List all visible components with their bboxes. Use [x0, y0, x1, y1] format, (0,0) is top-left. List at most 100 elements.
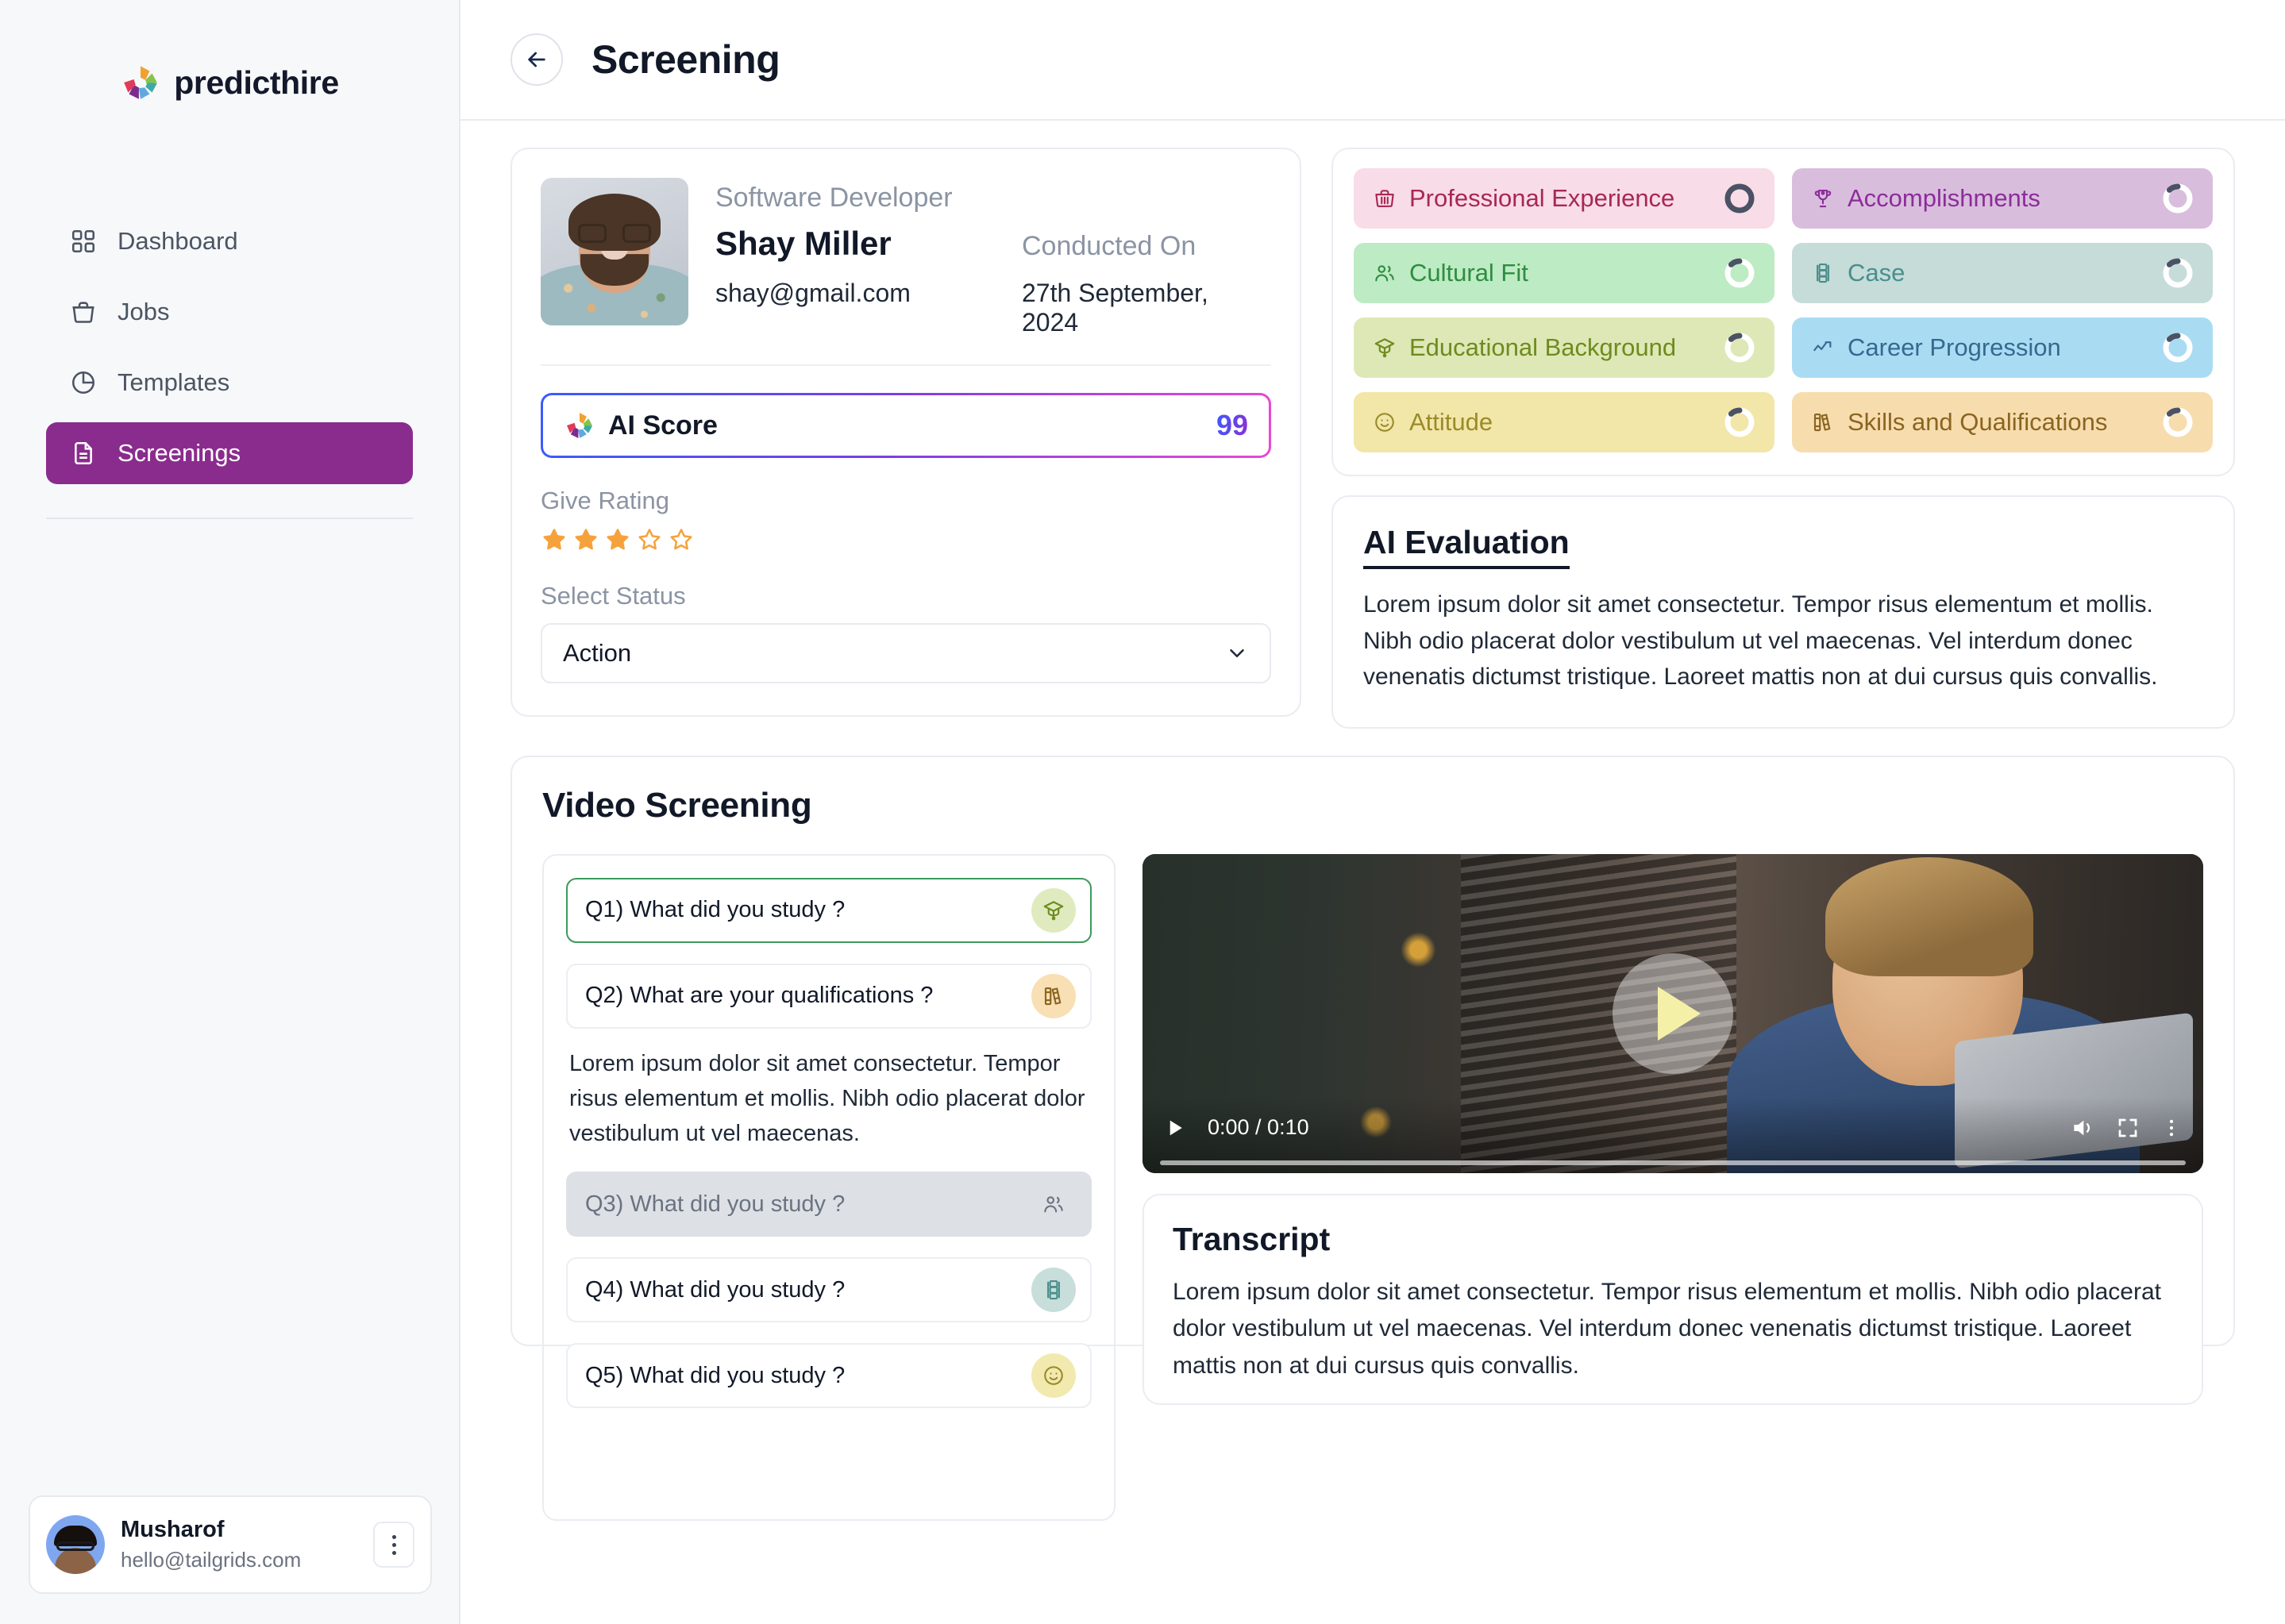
conducted-on-value: 27th September, 2024 — [1022, 279, 1208, 337]
question-item[interactable]: Q1) What did you study ? — [566, 877, 1092, 943]
users-icon — [1375, 265, 1394, 282]
video-progress-bar[interactable] — [1160, 1160, 2186, 1165]
ai-score-value: 99 — [1216, 409, 1248, 441]
candidate-header: Software Developer Shay Miller Conducted… — [541, 178, 1271, 337]
stack-icon — [1047, 1280, 1060, 1300]
category-chip-label: Attitude — [1409, 408, 1493, 436]
category-chip[interactable]: Professional Experience — [1354, 168, 1774, 229]
question-answer: Lorem ipsum dolor sit amet consectetur. … — [569, 1050, 1085, 1146]
progress-ring-icon — [1724, 333, 1755, 363]
question-category-icon — [1031, 1353, 1076, 1399]
question-text: Q4) What did you study ? — [585, 1276, 846, 1303]
back-button[interactable] — [511, 33, 563, 86]
question-item[interactable]: Q3) What did you study ? — [566, 1172, 1092, 1237]
arrow-left-icon — [528, 52, 545, 67]
candidate-card: Software Developer Shay Miller Conducted… — [511, 148, 1301, 717]
video-time: 0:00 / 0:10 — [1208, 1115, 1309, 1140]
candidate-job-title: Software Developer — [715, 183, 953, 213]
app-root: predicthire Dashboard Jobs Templates Scr… — [0, 0, 2285, 1624]
rating-star[interactable] — [604, 526, 631, 553]
predicthire-logo-icon — [567, 413, 592, 438]
sidebar-item-label: Jobs — [118, 298, 170, 325]
user-options-button[interactable] — [373, 1522, 414, 1568]
candidate-email-row: shay@gmail.com 27th September, 2024 — [715, 279, 1271, 337]
progress-ring-icon — [2163, 258, 2193, 288]
transcript-title: Transcript — [1173, 1220, 1331, 1257]
rating-star[interactable] — [572, 526, 599, 553]
ai-score-row: AI Score 99 — [541, 393, 1271, 458]
sidebar-item-templates[interactable]: Templates — [46, 352, 413, 414]
main-content: Screening Software Developer Shay Miller… — [460, 0, 2285, 1624]
pie-chart-icon — [71, 371, 95, 394]
progress-ring-icon — [1724, 258, 1755, 288]
video-player[interactable]: 0:00 / 0:10 — [1142, 853, 2203, 1173]
status-select[interactable]: Action — [541, 623, 1271, 683]
conducted-on-label: Conducted On — [1022, 231, 1196, 261]
vertical-dots-icon — [391, 1534, 396, 1539]
document-icon — [75, 441, 92, 465]
sidebar-user-card[interactable]: Musharof hello@tailgrids.com — [29, 1495, 432, 1594]
question-text: Q2) What are your qualifications ? — [585, 983, 934, 1009]
video-play-overlay-button[interactable] — [1613, 952, 1733, 1074]
sidebar-item-label: Templates — [118, 368, 230, 396]
status-select-value: Action — [563, 639, 632, 667]
question-category-icon — [1031, 973, 1076, 1018]
page-header: Screening — [460, 0, 2285, 121]
ai-evaluation-body: Lorem ipsum dolor sit amet consectetur. … — [1363, 591, 2158, 691]
candidate-email: shay@gmail.com — [715, 279, 911, 307]
ai-evaluation-card: AI Evaluation Lorem ipsum dolor sit amet… — [1331, 495, 2235, 729]
page-body: Software Developer Shay Miller Conducted… — [460, 121, 2285, 1624]
play-triangle-icon — [1658, 986, 1701, 1041]
sidebar-item-label: Screenings — [118, 439, 241, 467]
transcript-card: Transcript Lorem ipsum dolor sit amet co… — [1142, 1193, 2203, 1406]
avatar — [46, 1515, 105, 1574]
cap-icon — [1043, 901, 1064, 921]
sidebar-item-jobs[interactable]: Jobs — [46, 281, 413, 343]
fullscreen-icon[interactable] — [2116, 1116, 2140, 1140]
category-chip[interactable]: Career Progression — [1792, 317, 2213, 378]
category-chip[interactable]: Educational Background — [1354, 317, 1774, 378]
user-email: hello@tailgrids.com — [121, 1548, 302, 1572]
brand-name: predicthire — [174, 63, 339, 101]
rating-star[interactable] — [541, 526, 568, 553]
video-screening-title: Video Screening — [542, 785, 812, 825]
trophy-icon — [1814, 189, 1832, 208]
candidate-photo — [541, 178, 688, 325]
rating-star[interactable] — [668, 526, 695, 553]
top-row: Software Developer Shay Miller Conducted… — [511, 148, 2235, 729]
category-chip[interactable]: Accomplishments — [1792, 168, 2213, 229]
question-item[interactable]: Q4) What did you study ? — [566, 1257, 1092, 1323]
progress-ring-icon — [1724, 407, 1755, 437]
sidebar-item-dashboard[interactable]: Dashboard — [46, 210, 413, 272]
question-category-icon — [1031, 887, 1076, 933]
brand-logo[interactable]: predicthire — [0, 62, 459, 103]
ai-score-label: AI Score — [608, 410, 718, 441]
predicthire-logo-icon — [124, 66, 158, 99]
sidebar: predicthire Dashboard Jobs Templates Scr… — [0, 0, 460, 1624]
play-icon[interactable] — [1163, 1116, 1187, 1140]
question-item[interactable]: Q2) What are your qualifications ? — [566, 963, 1092, 1029]
progress-ring-icon — [2163, 407, 2193, 437]
rating-stars[interactable] — [541, 526, 1271, 553]
category-chip-label: Case — [1848, 259, 1905, 287]
vertical-dots-icon[interactable] — [2160, 1117, 2183, 1139]
user-meta: Musharof hello@tailgrids.com — [121, 1515, 357, 1574]
category-chip[interactable]: Case — [1792, 243, 2213, 303]
grid-icon — [71, 229, 95, 253]
progress-ring-icon — [1724, 183, 1755, 214]
video-screening-body: Q1) What did you study ? Q2) What are yo… — [542, 853, 2203, 1521]
candidate-info: Software Developer Shay Miller Conducted… — [715, 178, 1271, 337]
volume-icon[interactable] — [2070, 1115, 2095, 1141]
question-text: Q3) What did you study ? — [585, 1191, 846, 1217]
category-chip[interactable]: Attitude — [1354, 392, 1774, 452]
question-item[interactable]: Q5) What did you study ? — [566, 1343, 1092, 1409]
category-chip[interactable]: Cultural Fit — [1354, 243, 1774, 303]
category-chip[interactable]: Skills and Qualifications — [1792, 392, 2213, 452]
category-chip-label: Professional Experience — [1409, 184, 1675, 212]
rating-star[interactable] — [636, 526, 663, 553]
sidebar-item-screenings[interactable]: Screenings — [46, 422, 413, 484]
smiley-icon — [1044, 1366, 1063, 1385]
